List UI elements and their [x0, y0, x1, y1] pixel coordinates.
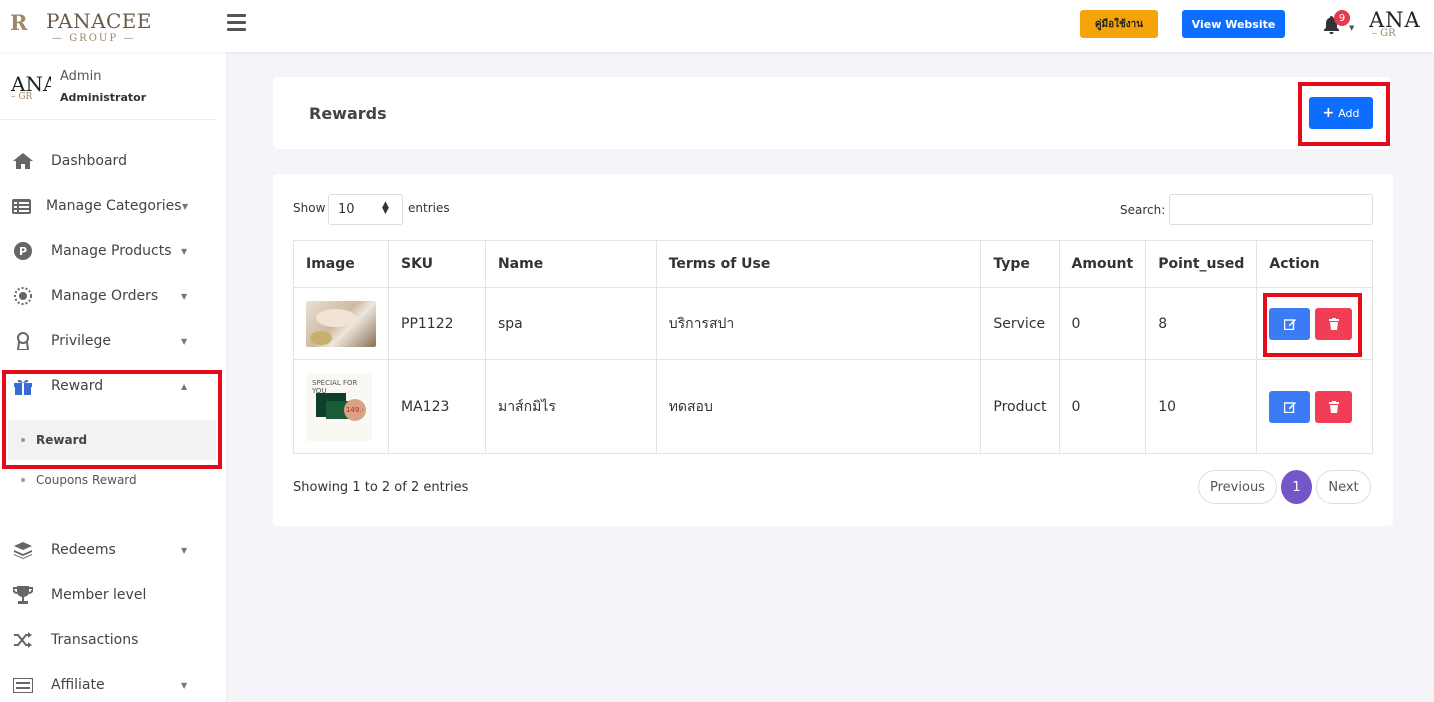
table-row: SPECIAL FOR YOU 149.- MA123 มาส์กมิไร ทด… [293, 359, 1373, 454]
product-icon: P [13, 242, 33, 260]
cell-point-used: 8 [1145, 287, 1258, 360]
logo-group: — GROUP — [52, 33, 136, 44]
logo[interactable]: R PANACEE — GROUP — [10, 6, 152, 46]
edit-button[interactable] [1269, 390, 1311, 423]
page-1-button[interactable]: 1 [1281, 470, 1312, 504]
avatar: ANA – GR [11, 72, 51, 102]
sidebar-item-redeems[interactable]: Redeems ▼ [0, 530, 216, 570]
sidebar-item-manage-products[interactable]: P Manage Products ▼ [0, 231, 216, 271]
column-header-name[interactable]: Name [484, 240, 657, 288]
chevron-down-icon: ▼ [1349, 24, 1355, 32]
sidebar-item-affiliate[interactable]: Affiliate ▼ [0, 665, 216, 702]
table-header-row: Image SKU Name Terms of Use Type Amount … [293, 240, 1373, 288]
highlight-action-buttons [1263, 293, 1362, 357]
user-avatar[interactable]: ANA – GR [1369, 8, 1434, 44]
column-header-terms[interactable]: Terms of Use [655, 240, 982, 288]
chevron-down-icon: ▼ [182, 201, 189, 211]
cell-type: Service [980, 287, 1060, 360]
search-input[interactable] [1169, 194, 1373, 225]
top-bar: R PANACEE — GROUP — คู่มือใช้งาน View We… [0, 0, 1434, 52]
table-info: Showing 1 to 2 of 2 entries [293, 480, 469, 495]
highlight-add-button [1298, 82, 1390, 146]
chevron-down-icon: ▼ [181, 680, 188, 690]
page-title: Rewards [309, 104, 387, 123]
card-icon [13, 676, 33, 694]
edit-icon [1283, 401, 1296, 413]
sidebar-user: ANA – GR Admin Administrator [0, 52, 216, 120]
manual-button[interactable]: คู่มือใช้งาน [1080, 10, 1158, 38]
column-header-image[interactable]: Image [293, 240, 389, 288]
cell-name: มาส์กมิไร [484, 359, 657, 454]
cell-sku: MA123 [388, 359, 486, 454]
trophy-icon [13, 586, 33, 604]
previous-page-button[interactable]: Previous [1198, 470, 1277, 504]
orders-icon [13, 287, 33, 305]
layers-icon [13, 541, 33, 559]
column-header-action: Action [1256, 240, 1373, 288]
sidebar-item-manage-categories[interactable]: Manage Categories ▼ [0, 186, 216, 226]
chevron-down-icon: ▼ [181, 336, 188, 346]
sidebar-item-manage-orders[interactable]: Manage Orders ▼ [0, 276, 216, 316]
chevron-down-icon: ▼ [181, 291, 188, 301]
page-header-card: Rewards [273, 77, 1391, 149]
show-label: Show [293, 201, 326, 215]
sidebar-item-member-level[interactable]: Member level [0, 575, 216, 615]
chevron-down-icon: ▼ [181, 246, 188, 256]
menu-toggle-icon[interactable] [227, 14, 246, 32]
sidebar-item-transactions[interactable]: Transactions [0, 620, 216, 660]
cell-amount: 0 [1058, 287, 1147, 360]
sort-icon: ▲ ▼ [382, 200, 389, 216]
cell-name: spa [484, 287, 657, 360]
svg-text:P: P [19, 245, 27, 258]
user-role: Admin [60, 69, 102, 84]
highlight-reward-menu [2, 370, 222, 469]
user-name: Administrator [60, 91, 147, 104]
trash-icon [1328, 400, 1339, 413]
table-row: PP1122 spa บริการสปา Service 0 8 [293, 287, 1373, 360]
column-header-point-used[interactable]: Point_used [1145, 240, 1258, 288]
view-website-button[interactable]: View Website [1182, 10, 1285, 38]
column-header-amount[interactable]: Amount [1058, 240, 1147, 288]
rewards-table: Image SKU Name Terms of Use Type Amount … [293, 240, 1373, 454]
cell-sku: PP1122 [388, 287, 486, 360]
shuffle-icon [13, 631, 33, 649]
home-icon [13, 152, 33, 170]
logo-brand: PANACEE [46, 9, 153, 33]
search-label: Search: [1120, 203, 1166, 217]
column-header-type[interactable]: Type [980, 240, 1060, 288]
sidebar-item-privilege[interactable]: Privilege ▼ [0, 321, 216, 361]
cell-point-used: 10 [1145, 359, 1258, 454]
cell-amount: 0 [1058, 359, 1147, 454]
reward-image: SPECIAL FOR YOU 149.- [306, 372, 372, 441]
entries-select[interactable]: 10 ▲ ▼ [328, 194, 403, 225]
reward-image [306, 300, 376, 347]
delete-button[interactable] [1315, 390, 1353, 423]
chevron-down-icon: ▼ [181, 545, 188, 555]
cell-terms: ทดสอบ [655, 359, 982, 454]
award-icon [13, 332, 33, 350]
notification-bell-icon[interactable]: 9 ▼ [1323, 10, 1354, 38]
next-page-button[interactable]: Next [1316, 470, 1371, 504]
cell-terms: บริการสปา [655, 287, 982, 360]
cell-type: Product [980, 359, 1060, 454]
sidebar-item-dashboard[interactable]: Dashboard [0, 141, 216, 181]
list-icon [11, 197, 31, 215]
logo-monogram: R [10, 10, 28, 35]
column-header-sku[interactable]: SKU [388, 240, 486, 288]
entries-label: entries [408, 201, 450, 215]
notification-badge: 9 [1334, 10, 1350, 26]
